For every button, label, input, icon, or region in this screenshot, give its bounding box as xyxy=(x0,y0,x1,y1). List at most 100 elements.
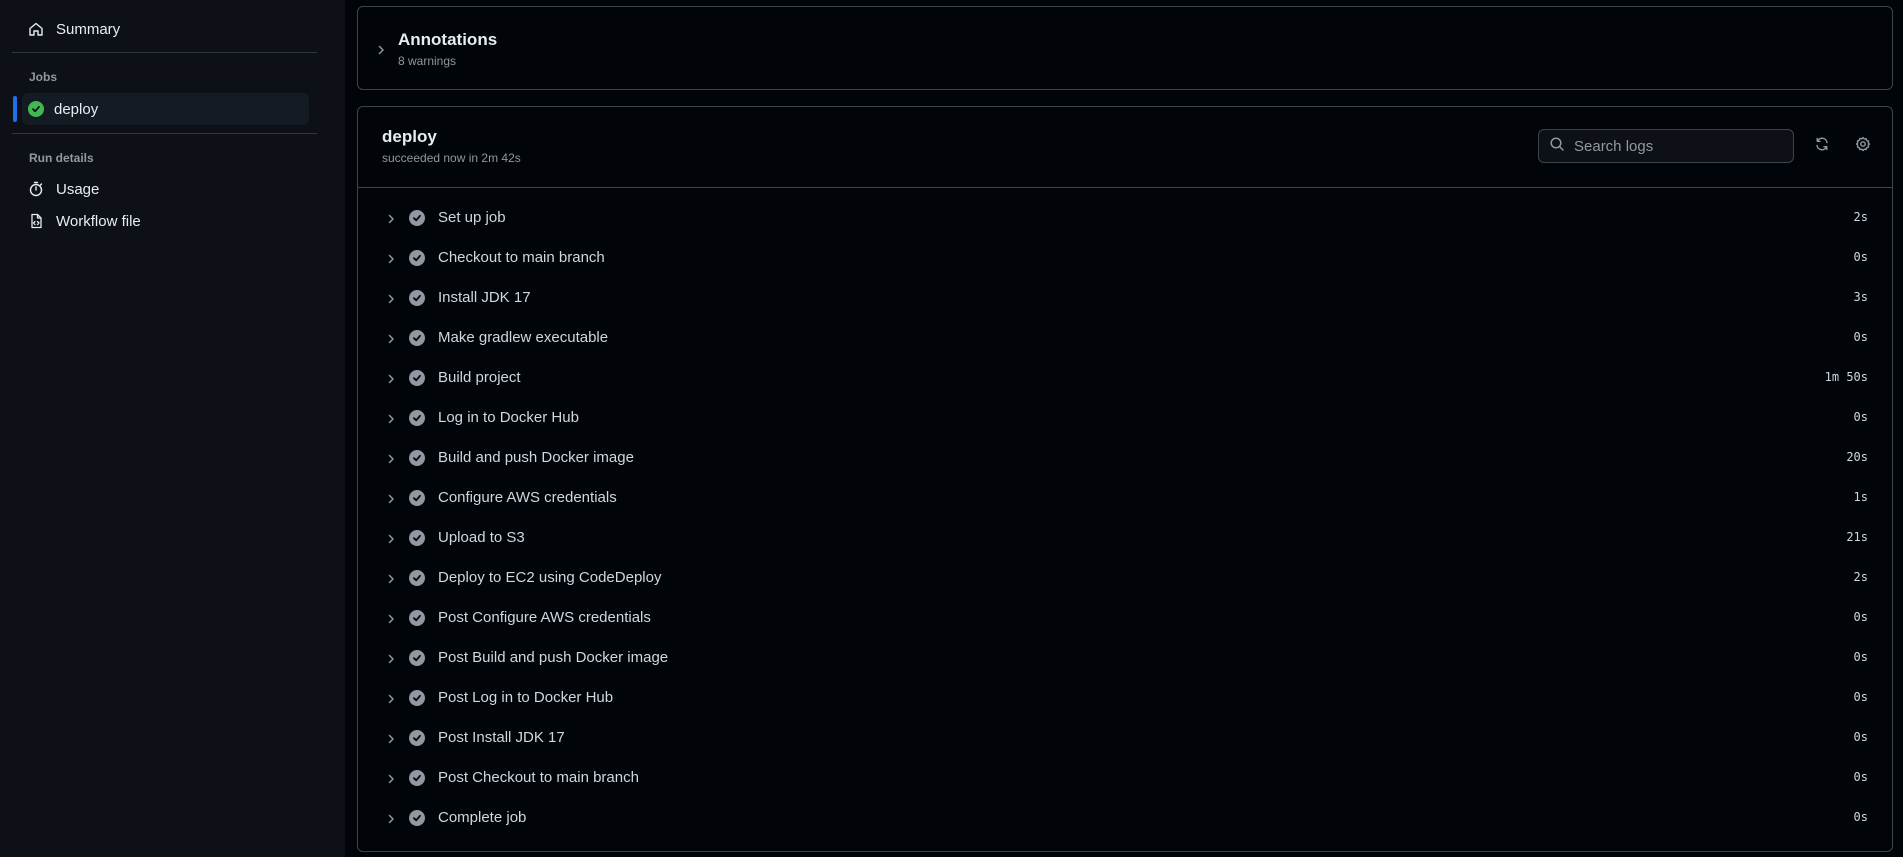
settings-button[interactable] xyxy=(1851,134,1875,158)
chevron-right-icon[interactable] xyxy=(385,292,397,304)
sidebar-item-job-deploy[interactable]: deploy xyxy=(22,93,309,125)
chevron-right-icon[interactable] xyxy=(385,212,397,224)
sidebar-item-label: deploy xyxy=(54,100,99,118)
chevron-right-icon[interactable] xyxy=(385,692,397,704)
step-row[interactable]: Build and push Docker image 20s xyxy=(358,438,1892,478)
step-name: Build and push Docker image xyxy=(438,449,634,466)
step-duration: 0s xyxy=(1853,610,1868,624)
step-duration: 2s xyxy=(1853,210,1868,224)
step-duration: 0s xyxy=(1853,250,1868,264)
check-circle-icon xyxy=(409,370,425,386)
sidebar-divider xyxy=(12,52,317,53)
run-details-heading: Run details xyxy=(29,151,94,165)
step-name: Post Log in to Docker Hub xyxy=(438,689,614,706)
step-name: Make gradlew executable xyxy=(438,329,609,346)
annotations-panel[interactable]: Annotations 8 warnings xyxy=(357,6,1893,90)
step-name: Checkout to main branch xyxy=(438,249,605,266)
chevron-right-icon[interactable] xyxy=(385,372,397,384)
sync-icon xyxy=(1814,136,1830,157)
step-name: Set up job xyxy=(438,209,506,226)
step-row[interactable]: Post Log in to Docker Hub 0s xyxy=(358,678,1892,718)
step-name: Deploy to EC2 using CodeDeploy xyxy=(438,569,662,586)
step-name: Log in to Docker Hub xyxy=(438,409,579,426)
chevron-right-icon[interactable] xyxy=(375,43,387,55)
step-name: Configure AWS credentials xyxy=(438,489,617,506)
step-name: Post Checkout to main branch xyxy=(438,769,639,786)
job-title: deploy xyxy=(382,127,437,146)
step-row[interactable]: Post Checkout to main branch 0s xyxy=(358,758,1892,798)
step-duration: 0s xyxy=(1853,690,1868,704)
sidebar-item-workflow-file[interactable]: Workflow file xyxy=(17,206,309,236)
search-logs[interactable] xyxy=(1538,129,1794,163)
check-circle-icon xyxy=(409,490,425,506)
check-circle-icon xyxy=(409,410,425,426)
step-duration: 0s xyxy=(1853,770,1868,784)
chevron-right-icon[interactable] xyxy=(385,572,397,584)
chevron-right-icon[interactable] xyxy=(385,412,397,424)
step-name: Build project xyxy=(438,369,521,386)
chevron-right-icon[interactable] xyxy=(385,252,397,264)
step-row[interactable]: Deploy to EC2 using CodeDeploy 2s xyxy=(358,558,1892,598)
step-duration: 1m 50s xyxy=(1824,370,1868,384)
step-row[interactable]: Set up job 2s xyxy=(358,198,1892,238)
step-row[interactable]: Post Build and push Docker image 0s xyxy=(358,638,1892,678)
step-row[interactable]: Build project 1m 50s xyxy=(358,358,1892,398)
step-name: Post Install JDK 17 xyxy=(438,729,565,746)
chevron-right-icon[interactable] xyxy=(385,492,397,504)
step-duration: 21s xyxy=(1846,530,1868,544)
chevron-right-icon[interactable] xyxy=(385,452,397,464)
check-circle-icon xyxy=(409,610,425,626)
step-row[interactable]: Upload to S3 21s xyxy=(358,518,1892,558)
steps-list: Set up job 2s Checkout to main branch 0s Ins… xyxy=(358,198,1892,838)
step-duration: 0s xyxy=(1853,330,1868,344)
sidebar-item-usage[interactable]: Usage xyxy=(17,174,309,204)
step-row[interactable]: Install JDK 17 3s xyxy=(358,278,1892,318)
check-circle-icon xyxy=(409,810,425,826)
check-circle-icon xyxy=(28,101,44,117)
chevron-right-icon[interactable] xyxy=(385,612,397,624)
check-circle-icon xyxy=(409,770,425,786)
search-icon xyxy=(1549,136,1574,157)
chevron-right-icon[interactable] xyxy=(385,772,397,784)
step-duration: 20s xyxy=(1846,450,1868,464)
step-row[interactable]: Checkout to main branch 0s xyxy=(358,238,1892,278)
sidebar-item-summary[interactable]: Summary xyxy=(17,14,309,44)
check-circle-icon xyxy=(409,290,425,306)
sidebar-item-label: Summary xyxy=(56,20,121,38)
check-circle-icon xyxy=(409,530,425,546)
annotations-count: 8 warnings xyxy=(398,54,457,68)
search-input[interactable] xyxy=(1574,137,1774,155)
step-name: Install JDK 17 xyxy=(438,289,531,306)
gear-icon xyxy=(1855,136,1871,157)
step-row[interactable]: Post Install JDK 17 0s xyxy=(358,718,1892,758)
chevron-right-icon[interactable] xyxy=(385,652,397,664)
chevron-right-icon[interactable] xyxy=(385,812,397,824)
chevron-right-icon[interactable] xyxy=(385,732,397,744)
active-job-indicator xyxy=(13,96,17,122)
check-circle-icon xyxy=(409,250,425,266)
step-row[interactable]: Post Configure AWS credentials 0s xyxy=(358,598,1892,638)
step-duration: 0s xyxy=(1853,730,1868,744)
check-circle-icon xyxy=(409,330,425,346)
step-row[interactable]: Configure AWS credentials 1s xyxy=(358,478,1892,518)
step-name: Upload to S3 xyxy=(438,529,525,546)
stopwatch-icon xyxy=(28,181,44,197)
jobs-heading: Jobs xyxy=(29,70,58,84)
home-icon xyxy=(28,21,44,37)
annotations-title: Annotations xyxy=(398,30,498,49)
check-circle-icon xyxy=(409,450,425,466)
chevron-right-icon[interactable] xyxy=(385,532,397,544)
app-root: Summary Jobs deploy Run details Usage Wo… xyxy=(0,0,1903,857)
step-name: Post Build and push Docker image xyxy=(438,649,669,666)
step-row[interactable]: Log in to Docker Hub 0s xyxy=(358,398,1892,438)
step-duration: 0s xyxy=(1853,810,1868,824)
step-duration: 3s xyxy=(1853,290,1868,304)
job-header-divider xyxy=(358,187,1892,188)
check-circle-icon xyxy=(409,730,425,746)
step-duration: 2s xyxy=(1853,570,1868,584)
chevron-right-icon[interactable] xyxy=(385,332,397,344)
step-row[interactable]: Complete job 0s xyxy=(358,798,1892,838)
step-row[interactable]: Make gradlew executable 0s xyxy=(358,318,1892,358)
refresh-button[interactable] xyxy=(1810,134,1834,158)
sidebar: Summary Jobs deploy Run details Usage Wo… xyxy=(0,0,345,857)
